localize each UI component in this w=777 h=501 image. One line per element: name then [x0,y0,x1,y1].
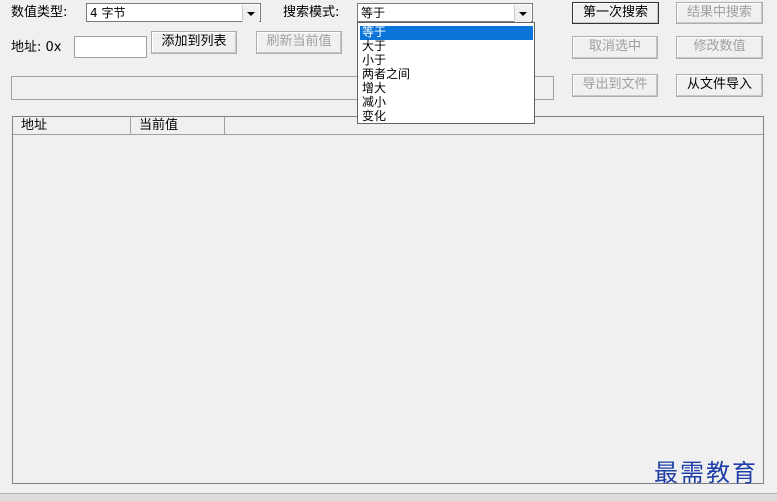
search-in-results-button[interactable]: 结果中搜索 [676,2,763,24]
import-from-file-button[interactable]: 从文件导入 [676,74,763,97]
chevron-down-icon [519,11,527,16]
search-mode-dropdown-list[interactable]: 等于 大于 小于 两者之间 增大 减小 变化 [357,22,535,124]
modify-value-button[interactable]: 修改数值 [676,36,763,59]
option-greater[interactable]: 大于 [360,40,533,54]
deselect-button[interactable]: 取消选中 [572,36,658,59]
option-decreased[interactable]: 减小 [360,96,533,110]
refresh-current-button[interactable]: 刷新当前值 [256,31,342,54]
value-type-label: 数值类型: [11,5,68,20]
search-mode-select[interactable]: 等于 [357,3,533,22]
value-type-dropdown-button[interactable] [242,5,259,22]
search-mode-label: 搜索模式: [283,5,340,20]
export-to-file-button[interactable]: 导出到文件 [572,74,658,97]
column-header-current-value[interactable]: 当前值 [131,117,225,135]
add-to-list-button[interactable]: 添加到列表 [151,31,237,54]
column-header-address[interactable]: 地址 [13,117,131,135]
watermark-logo: 最需教育 [654,459,758,487]
option-equal[interactable]: 等于 [360,26,533,40]
address-input[interactable] [74,36,147,58]
search-mode-value: 等于 [361,6,386,20]
first-search-button[interactable]: 第一次搜索 [572,2,659,24]
address-label: 地址: 0x [11,40,62,55]
option-between[interactable]: 两者之间 [360,68,533,82]
option-changed[interactable]: 变化 [360,110,533,124]
chevron-down-icon [247,11,255,16]
value-type-value: 4 字节 [90,6,126,20]
search-mode-dropdown-button[interactable] [514,5,531,22]
results-list[interactable]: 地址 当前值 [12,116,764,484]
option-increased[interactable]: 增大 [360,82,533,96]
option-less[interactable]: 小于 [360,54,533,68]
value-type-select[interactable]: 4 字节 [86,3,261,22]
